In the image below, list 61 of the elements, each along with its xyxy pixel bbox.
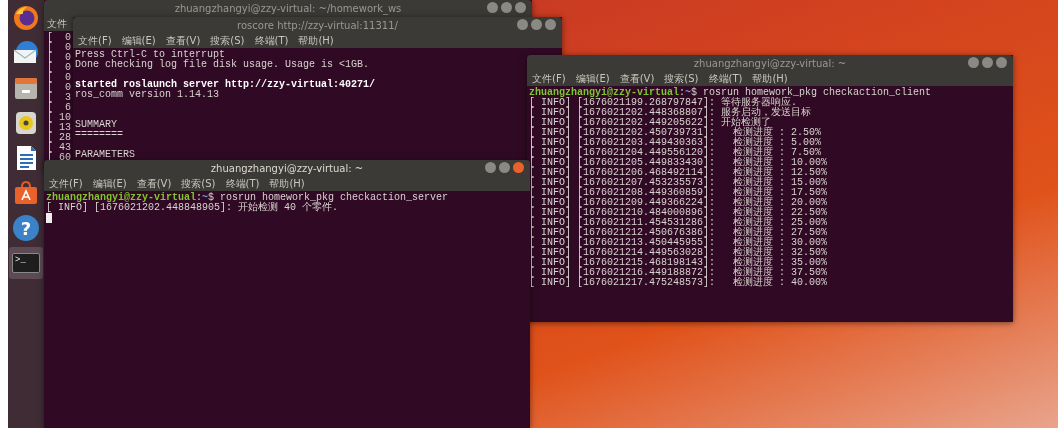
terminal-line: Press Ctrl-C to interrupt: [75, 50, 226, 60]
terminal-line: PARAMETERS: [75, 150, 135, 160]
menu-item[interactable]: 搜索(S): [210, 33, 245, 48]
minimize-button[interactable]: [517, 19, 528, 30]
terminal-icon[interactable]: >_: [9, 247, 43, 279]
minimize-button[interactable]: [968, 57, 979, 68]
terminal-line: [ INFO] [1676021199.268797847]: 等待服务器响应.: [529, 98, 798, 108]
menu-item[interactable]: 编辑(E): [92, 176, 127, 191]
terminal-line: [ 13: [47, 123, 71, 133]
menu-item[interactable]: 终端(T): [254, 33, 289, 48]
menu-item[interactable]: 文件(F): [49, 176, 83, 191]
terminal-line: started roslaunch server http://zzy-virtual:40271/: [75, 80, 376, 90]
menu-item[interactable]: 文件(F): [532, 71, 566, 86]
close-button[interactable]: [513, 162, 524, 173]
terminal-line: Done checking log file disk usage. Usage is <1GB.: [75, 60, 370, 70]
menu-item[interactable]: 编辑(E): [121, 33, 156, 48]
maximize-button[interactable]: [501, 2, 512, 13]
terminal-line: [ 0: [47, 33, 71, 43]
menu-item[interactable]: 帮助(H): [269, 176, 305, 191]
maximize-button[interactable]: [499, 162, 510, 173]
command-line: zhuangzhangyi@zzy-virtual:~$ rosrun homework_pkg checkaction_server: [46, 193, 449, 203]
terminal-line: [ 0: [47, 83, 71, 93]
terminal-line: [ 6: [47, 103, 71, 113]
menu-item[interactable]: 文件(F): [78, 33, 112, 48]
terminal-line: [ INFO] [1676021202.448848905]: 开始检测 40 个零件.: [46, 203, 339, 213]
terminal-line: [ 0: [47, 73, 71, 83]
menu-item[interactable]: 查看(V): [136, 176, 172, 191]
window-title: zhuangzhangyi@zzy-virtual: ~/homework_ws: [174, 2, 402, 14]
terminal-line: ros_comm version 1.14.13: [75, 90, 220, 100]
terminal-line: [ 28: [47, 133, 71, 143]
terminal-line: [ 10: [47, 113, 71, 123]
window-title: zhuangzhangyi@zzy-virtual: ~: [693, 57, 847, 69]
menu-item[interactable]: 搜索(S): [664, 71, 699, 86]
menu-item[interactable]: 查看(V): [165, 33, 201, 48]
close-button[interactable]: [996, 57, 1007, 68]
terminal-line: SUMMARY: [75, 120, 117, 130]
terminal-line: [ 0: [47, 63, 71, 73]
minimize-button[interactable]: [487, 2, 498, 13]
command-line: zhuangzhangyi@zzy-virtual:~$ rosrun homework_pkg checkaction_client: [529, 88, 932, 98]
terminal-line: [ 3: [47, 93, 71, 103]
window-title: zhuangzhangyi@zzy-virtual: ~: [210, 162, 364, 174]
minimize-button[interactable]: [485, 162, 496, 173]
terminal-line: [ 0: [47, 53, 71, 63]
menu-item[interactable]: 编辑(E): [575, 71, 610, 86]
menu-item[interactable]: 终端(T): [708, 71, 743, 86]
close-button[interactable]: [515, 2, 526, 13]
terminal-line: [ INFO] [1676021217.475248573]: 检测进度 : 40.00%: [529, 278, 828, 288]
menu-item[interactable]: 终端(T): [225, 176, 260, 191]
menu-item[interactable]: 帮助(H): [298, 33, 334, 48]
window-title: roscore http://zzy-virtual:11311/: [237, 19, 398, 31]
menu-item[interactable]: 文件: [47, 16, 67, 31]
menu-item[interactable]: 搜索(S): [181, 176, 216, 191]
maximize-button[interactable]: [982, 57, 993, 68]
maximize-button[interactable]: [531, 19, 542, 30]
menu-item[interactable]: 帮助(H): [752, 71, 788, 86]
close-button[interactable]: [545, 19, 556, 30]
terminal-line: [ 43: [47, 143, 71, 153]
text-cursor: [46, 213, 52, 223]
terminal-line: ========: [75, 130, 123, 140]
terminal-line: [ 0: [47, 43, 71, 53]
menu-item[interactable]: 查看(V): [619, 71, 655, 86]
